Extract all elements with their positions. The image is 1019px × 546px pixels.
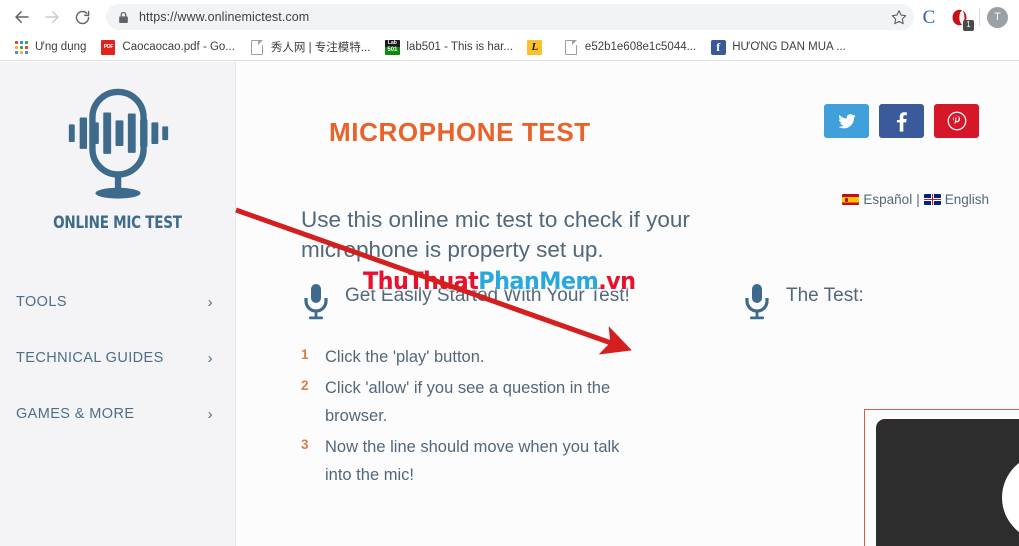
profile-avatar[interactable]: T [987, 6, 1008, 28]
test-player-highlight [864, 409, 1019, 546]
c-extension-icon[interactable]: C [916, 4, 942, 30]
step-text: Click 'allow' if you see a question in t… [325, 379, 611, 425]
sidebar-item-games-more[interactable]: GAMES & MORE › [0, 386, 235, 442]
bookmark-label: e52b1e608e1c5044... [584, 41, 697, 53]
watermark-part-1: ThuThuat [363, 267, 479, 295]
opera-extension-icon[interactable]: 1 [946, 4, 974, 31]
document-icon [249, 39, 265, 55]
lock-icon [118, 11, 129, 24]
arrow-right-icon [45, 11, 59, 23]
microphone-waveform-logo [68, 88, 168, 199]
twitter-icon [837, 113, 856, 128]
address-bar[interactable]: https://www.onlinemictest.com [106, 4, 914, 30]
get-started-section: Get Easily Started With Your Test! 1 Cli… [301, 282, 651, 492]
facebook-icon [896, 111, 907, 132]
apps-grid-icon [13, 39, 29, 55]
mic-test-player[interactable] [876, 419, 1019, 546]
bookmark-label: Ứng dụng [35, 41, 87, 53]
forward-button[interactable] [38, 3, 66, 31]
document-icon [563, 39, 579, 55]
bookmark-yellow-l[interactable]: L [520, 37, 556, 58]
pinterest-icon [947, 111, 966, 131]
arrow-left-icon [15, 11, 29, 23]
bookmark-label: 秀人网 | 专注模特... [270, 42, 371, 54]
bookmark-lab501[interactable]: Lab 501 lab501 - This is har... [377, 37, 520, 58]
sidebar-item-tools[interactable]: TOOLS › [0, 274, 235, 330]
watermark: ThuThuatPhanMem.vn [363, 267, 636, 295]
step-number: 3 [301, 437, 309, 452]
logo-text: ONLINE MIC TEST [53, 213, 182, 232]
sidebar-item-technical-guides[interactable]: TECHNICAL GUIDES › [0, 330, 235, 386]
reload-button[interactable] [68, 3, 96, 31]
language-link-spanish[interactable]: Español [863, 192, 912, 207]
yellow-l-icon: L [527, 39, 543, 55]
main-content: MICROPHONE TEST Use this online mic test… [237, 62, 1019, 546]
sidebar-nav: TOOLS › TECHNICAL GUIDES › GAMES & MORE … [0, 274, 235, 442]
reload-icon [75, 10, 89, 24]
watermark-part-2: PhanMem [478, 267, 599, 295]
social-share-buttons [824, 104, 979, 138]
extension-badge-count: 1 [963, 20, 974, 31]
step-item: 2 Click 'allow' if you see a question in… [301, 374, 651, 430]
bookmark-caocaocao-pdf[interactable]: PDF Caocaocao.pdf - Go... [93, 37, 242, 58]
the-test-section: The Test: [742, 282, 1012, 327]
page-viewport: ONLINE MIC TEST TOOLS › TECHNICAL GUIDES… [0, 62, 1019, 546]
language-separator: | [916, 192, 920, 207]
browser-window: https://www.onlinemictest.com C 1 T Ứng … [0, 0, 1019, 546]
step-text: Now the line should move when you talk i… [325, 438, 620, 484]
play-button[interactable] [1002, 453, 1019, 541]
site-sidebar: ONLINE MIC TEST TOOLS › TECHNICAL GUIDES… [0, 62, 236, 546]
microphone-icon [742, 282, 774, 327]
sidebar-item-label: TOOLS [16, 294, 67, 310]
c-extension-label: C [922, 6, 936, 28]
step-item: 1 Click the 'play' button. [301, 343, 651, 371]
page-lead-text: Use this online mic test to check if you… [301, 206, 690, 262]
star-icon [891, 10, 907, 25]
facebook-share-button[interactable] [879, 104, 924, 138]
back-button[interactable] [8, 3, 36, 31]
bookmark-e52b1e[interactable]: e52b1e608e1c5044... [556, 37, 703, 58]
bookmark-xiuren[interactable]: 秀人网 | 专注模特... [242, 37, 377, 58]
sidebar-item-label: TECHNICAL GUIDES [16, 350, 164, 366]
spain-flag-icon [842, 194, 860, 205]
bookmark-label: Caocaocao.pdf - Go... [122, 41, 235, 53]
page-title: MICROPHONE TEST [329, 117, 591, 148]
steps-list: 1 Click the 'play' button. 2 Click 'allo… [301, 343, 651, 489]
chevron-right-icon: › [207, 349, 213, 367]
microphone-icon [301, 282, 333, 327]
step-number: 2 [301, 378, 309, 393]
bookmark-label: HƯỚNG DẪN MUA ... [732, 41, 846, 53]
bookmark-label: lab501 - This is har... [406, 41, 513, 53]
bookmark-apps[interactable]: Ứng dụng [6, 37, 93, 58]
twitter-share-button[interactable] [824, 104, 869, 138]
step-number: 1 [301, 347, 309, 362]
uk-flag-icon [923, 194, 941, 205]
toolbar-divider [979, 8, 980, 26]
site-logo[interactable]: ONLINE MIC TEST [0, 62, 235, 232]
lab501-icon: Lab 501 [384, 39, 400, 55]
chevron-right-icon: › [207, 293, 213, 311]
pinterest-share-button[interactable] [934, 104, 979, 138]
the-test-header: The Test: [742, 282, 1012, 327]
language-link-english[interactable]: English [945, 192, 989, 207]
pdf-icon: PDF [100, 39, 116, 55]
step-item: 3 Now the line should move when you talk… [301, 433, 651, 489]
bookmarks-bar: Ứng dụng PDF Caocaocao.pdf - Go... 秀人网 |… [0, 34, 1019, 61]
step-text: Click the 'play' button. [325, 348, 485, 366]
watermark-part-3: .vn [598, 267, 636, 295]
browser-toolbar: https://www.onlinemictest.com C 1 T [0, 0, 1019, 34]
language-selector: Español | English [842, 192, 989, 207]
sidebar-item-label: GAMES & MORE [16, 406, 135, 422]
facebook-icon: f [710, 39, 726, 55]
url-text: https://www.onlinemictest.com [139, 10, 310, 24]
bookmark-star-button[interactable] [886, 4, 912, 30]
chevron-right-icon: › [207, 405, 213, 423]
the-test-heading: The Test: [786, 285, 864, 306]
bookmark-huong-dan-mua[interactable]: f HƯỚNG DẪN MUA ... [703, 37, 853, 58]
